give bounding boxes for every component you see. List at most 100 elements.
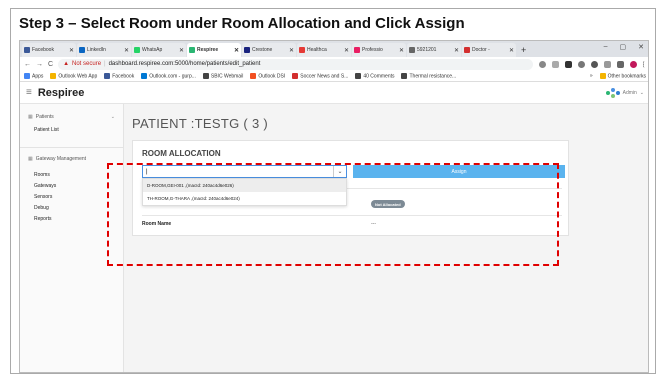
bookmark-item[interactable]: Thermal resistance... <box>401 72 456 79</box>
slide-frame: Step 3 – Select Room under Room Allocati… <box>10 8 656 374</box>
favicon-icon <box>79 47 85 53</box>
url-input[interactable]: ▲ Not secure | dashboard.respiree.com:50… <box>58 58 533 70</box>
bookmark-item[interactable]: Apps <box>24 72 43 79</box>
tab-label: Respiree <box>197 47 219 53</box>
close-window-button[interactable]: ✕ <box>638 43 644 51</box>
tab-bar: Facebook ✕ LinkedIn ✕ WhatsAp ✕ Respiree ✕ Crest… <box>20 41 648 57</box>
bookmark-icon <box>24 72 30 79</box>
browser-tab[interactable]: Respiree ✕ <box>187 43 241 57</box>
back-button[interactable]: ← <box>24 61 31 68</box>
bookmark-item[interactable]: 40 Comments <box>355 72 395 80</box>
browser-tab[interactable]: Crestone ✕ <box>242 43 296 57</box>
close-tab-icon[interactable]: ✕ <box>124 47 129 54</box>
window-controls: – ▢ ✕ <box>604 43 644 51</box>
search-icon[interactable] <box>539 60 546 68</box>
favicon-icon <box>134 47 140 53</box>
close-tab-icon[interactable]: ✕ <box>234 47 239 54</box>
chevron-down-icon[interactable]: ⌄ <box>333 166 346 177</box>
user-menu[interactable]: Admin ⌄ <box>605 87 644 98</box>
sidebar-item-sensors[interactable]: Sensors <box>20 191 123 202</box>
browser-tab[interactable]: Healthca ✕ <box>297 43 351 57</box>
sidebar-item-debug[interactable]: Debug <box>20 202 123 213</box>
browser-tab[interactable]: Doctor - ✕ <box>462 43 516 57</box>
chevron-down-icon: ⌄ <box>639 89 644 96</box>
browser-tab[interactable]: Facebook ✕ <box>22 43 76 57</box>
playlist-icon[interactable] <box>617 60 624 68</box>
folder-icon <box>599 72 606 79</box>
sidebar-item-gateways[interactable]: Gateways <box>20 180 123 191</box>
star-icon[interactable] <box>552 60 559 68</box>
bookmark-icon <box>104 72 111 79</box>
bookmark-icon <box>141 72 148 79</box>
bookmark-item[interactable]: Outlook.com - gurp... <box>141 72 196 79</box>
forward-button[interactable]: → <box>36 61 43 68</box>
security-label[interactable]: Not secure <box>72 61 101 67</box>
room-select[interactable]: | ⌄ <box>142 165 347 178</box>
favicon-icon <box>24 47 30 53</box>
browser-tab[interactable]: LinkedIn ✕ <box>77 43 131 57</box>
tab-label: Healthca <box>307 47 327 53</box>
bookmarks-overflow-button[interactable]: » <box>590 73 593 79</box>
hamburger-icon[interactable]: ≡ <box>26 87 32 98</box>
room-name-label: Room Name <box>142 221 172 227</box>
tab-label: WhatsAp <box>142 47 163 53</box>
favicon-icon <box>409 47 415 53</box>
close-tab-icon[interactable]: ✕ <box>69 47 74 54</box>
room-allocation-card: ROOM ALLOCATION | ⌄ D-ROOM,GEI-001 ,(mac… <box>132 140 569 236</box>
bookmark-item[interactable]: Outlook Web App <box>50 72 98 80</box>
reload-button[interactable]: C <box>48 61 53 68</box>
sidebar-divider <box>20 147 123 148</box>
favicon-icon <box>189 47 195 53</box>
room-name-value: --- <box>371 221 376 227</box>
close-tab-icon[interactable]: ✕ <box>509 47 514 54</box>
brand-name: Respiree <box>37 86 85 99</box>
sidebar-section-patients[interactable]: ▦ Patients ⌄ <box>20 110 123 124</box>
new-tab-button[interactable]: + <box>517 43 530 57</box>
minimize-button[interactable]: – <box>604 43 608 51</box>
bookmark-label: 40 Comments <box>363 73 395 80</box>
close-tab-icon[interactable]: ✕ <box>179 47 184 54</box>
close-tab-icon[interactable]: ✕ <box>399 47 404 54</box>
extension-icon[interactable] <box>591 60 598 68</box>
sidebar-section-gateway[interactable]: ▦ Gateway Management <box>20 152 123 166</box>
room-select-value: | <box>146 168 148 175</box>
status-badge: Not Allocated <box>371 200 405 208</box>
bookmark-item[interactable]: Soccer News and S... <box>292 72 348 79</box>
menu-icon[interactable] <box>643 60 646 68</box>
profile-avatar[interactable] <box>630 60 637 68</box>
sidebar-item-reports[interactable]: Reports <box>20 213 123 224</box>
sidebar-item-patient-list[interactable]: Patient List <box>20 124 123 135</box>
app-header: ≡ Respiree Admin ⌄ <box>20 82 648 104</box>
close-tab-icon[interactable]: ✕ <box>454 47 459 54</box>
respiree-logo-icon <box>605 87 620 98</box>
browser-tab[interactable]: Professio ✕ <box>352 43 406 57</box>
extension-icon[interactable] <box>578 60 585 68</box>
room-option[interactable]: TH-ROOM,G-THARA ,(macId: 240ac4d6e024) <box>143 192 346 205</box>
maximize-button[interactable]: ▢ <box>620 43 627 51</box>
warning-icon: ▲ <box>63 61 70 67</box>
bookmark-icon <box>355 72 362 79</box>
url-text: dashboard.respiree.com:5000/home/patient… <box>108 61 261 67</box>
bookmark-item[interactable]: Facebook <box>104 72 134 79</box>
other-bookmarks[interactable]: Other bookmarks <box>599 72 646 79</box>
tab-label: Doctor - <box>472 47 490 53</box>
favicon-icon <box>299 47 305 53</box>
close-tab-icon[interactable]: ✕ <box>344 47 349 54</box>
main-content: PATIENT :TESTG ( 3 ) ROOM ALLOCATION | ⌄… <box>124 104 648 372</box>
assign-button[interactable]: Assign <box>353 165 565 178</box>
extension-icon[interactable] <box>604 60 611 68</box>
browser-tab[interactable]: 5921201 ✕ <box>407 43 461 57</box>
bookmark-item[interactable]: Outlook DSI <box>250 72 285 79</box>
sidebar-item-rooms[interactable]: Rooms <box>20 169 123 180</box>
browser-tab[interactable]: WhatsAp ✕ <box>132 43 186 57</box>
address-bar: ← → C ▲ Not secure | dashboard.respiree.… <box>20 57 648 71</box>
tab-label: LinkedIn <box>87 47 106 53</box>
close-tab-icon[interactable]: ✕ <box>289 47 294 54</box>
bookmark-label: Outlook Web App <box>58 73 98 80</box>
bookmark-item[interactable]: SBIC Webmail <box>202 72 243 79</box>
room-option[interactable]: D-ROOM,GEI-001 ,(macId: 240ac4d6e026) <box>143 179 346 192</box>
extension-icon[interactable] <box>565 60 572 68</box>
bookmark-icon <box>50 72 57 79</box>
sidebar: ▦ Patients ⌄ Patient List ▦ Gateway Mana… <box>20 104 124 372</box>
extensions-area <box>539 60 646 68</box>
